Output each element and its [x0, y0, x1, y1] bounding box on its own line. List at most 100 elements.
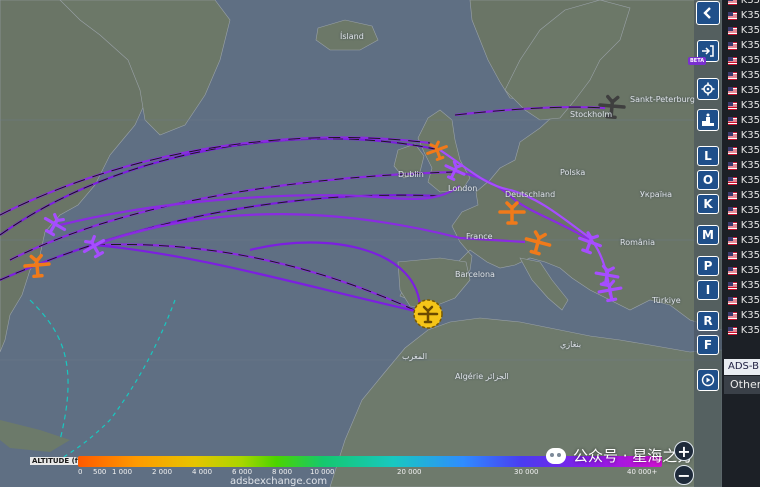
aircraft-callsign: K35	[740, 175, 760, 186]
collapse-panel-button[interactable]	[696, 1, 720, 25]
source-select[interactable]: ADS-B	[724, 359, 760, 375]
aircraft-callsign: K35	[740, 295, 760, 306]
us-flag-icon	[728, 131, 737, 140]
sign-in-icon	[702, 45, 714, 57]
settings-button[interactable]	[697, 78, 719, 100]
podium-icon	[702, 113, 714, 126]
us-flag-icon	[728, 161, 737, 170]
aircraft-list-row[interactable]: K35	[722, 308, 760, 323]
place-label: Dublin	[398, 170, 424, 179]
legend-tick: 1 000	[112, 468, 133, 476]
aircraft-list-panel[interactable]: K35 K35 K35 K35 K35 K35 K35 K35 K35 K35 K35 K35 K35 K…	[722, 0, 760, 487]
aircraft-list-row[interactable]: K35	[722, 8, 760, 23]
us-flag-icon	[728, 296, 737, 305]
legend-tick: 20 000	[397, 468, 422, 476]
aircraft-list-row[interactable]: K35	[722, 128, 760, 143]
aircraft-callsign: K35	[740, 265, 760, 276]
aircraft-callsign: K35	[740, 55, 760, 66]
us-flag-icon	[728, 206, 737, 215]
aircraft-callsign: K35	[740, 115, 760, 126]
watermark: 公众号 · 星海之刃	[546, 445, 692, 466]
aircraft-callsign: K35	[740, 25, 760, 36]
us-flag-icon	[728, 266, 737, 275]
aircraft-callsign: K35	[740, 205, 760, 216]
place-label: Polska	[560, 168, 586, 177]
legend-tick: 0	[78, 468, 83, 476]
aircraft-callsign: K35	[740, 235, 760, 246]
letter-button[interactable]: F	[697, 335, 719, 355]
aircraft-callsign: K35	[740, 250, 760, 261]
beta-badge: BETA	[688, 57, 707, 65]
us-flag-icon	[728, 116, 737, 125]
aircraft-list-row[interactable]: K35	[722, 38, 760, 53]
us-flag-icon	[728, 311, 737, 320]
map-view[interactable]: Ísland Dublin London France Barcelona De…	[0, 0, 722, 487]
selected-aircraft-marker[interactable]	[413, 299, 443, 329]
aircraft-callsign: K35	[740, 85, 760, 96]
aircraft-list-row[interactable]: K35	[722, 98, 760, 113]
map-canvas[interactable]	[0, 0, 722, 487]
us-flag-icon	[728, 326, 737, 335]
zoom-out-button[interactable]: −	[674, 465, 694, 485]
us-flag-icon	[728, 86, 737, 95]
play-circle-icon	[701, 373, 715, 387]
aircraft-callsign: K35	[740, 280, 760, 291]
aircraft-list-row[interactable]: K35	[722, 278, 760, 293]
us-flag-icon	[728, 236, 737, 245]
place-label: Algérie الجزائر	[455, 372, 509, 381]
aircraft-list-row[interactable]: K35	[722, 293, 760, 308]
aircraft-list-row[interactable]: K35	[722, 323, 760, 338]
aircraft-callsign: K35	[740, 325, 760, 336]
aircraft-list-row[interactable]: K35	[722, 233, 760, 248]
replay-button[interactable]	[697, 369, 719, 391]
place-label: România	[620, 238, 655, 247]
aircraft-list-row[interactable]: K35	[722, 218, 760, 233]
aircraft-list-row[interactable]: K35	[722, 23, 760, 38]
us-flag-icon	[728, 41, 737, 50]
legend-tick: 8 000	[272, 468, 293, 476]
aircraft-callsign: K35	[740, 70, 760, 81]
place-label: Sankt-Peterburg	[630, 95, 695, 104]
aircraft-list-row[interactable]: K35	[722, 248, 760, 263]
letter-button[interactable]: R	[697, 311, 719, 331]
aircraft-list-row[interactable]: K35	[722, 143, 760, 158]
aircraft-list-row[interactable]: K35	[722, 263, 760, 278]
aircraft-list-row[interactable]: K35	[722, 173, 760, 188]
us-flag-icon	[728, 281, 737, 290]
aircraft-list-row[interactable]: K35	[722, 113, 760, 128]
source-other-option[interactable]: Other	[724, 376, 760, 394]
us-flag-icon	[728, 191, 737, 200]
place-label: بنغازي	[560, 340, 582, 349]
stats-button[interactable]	[697, 109, 719, 131]
aircraft-list-row[interactable]: K35	[722, 53, 760, 68]
aircraft-list-row[interactable]: K35	[722, 203, 760, 218]
aircraft-list-row[interactable]: K35	[722, 158, 760, 173]
us-flag-icon	[728, 101, 737, 110]
aircraft-callsign: K35	[740, 130, 760, 141]
zoom-in-button[interactable]: +	[674, 441, 694, 461]
letter-button[interactable]: O	[697, 170, 719, 190]
place-label: Україна	[640, 190, 673, 199]
letter-button[interactable]: K	[697, 194, 719, 214]
place-label: London	[448, 184, 478, 193]
attribution[interactable]: adsbexchange.com	[230, 476, 327, 487]
letter-button[interactable]: L	[697, 146, 719, 166]
gear-icon	[701, 82, 715, 96]
letter-button[interactable]: P	[697, 256, 719, 276]
aircraft-callsign: K35	[740, 145, 760, 156]
legend-tick: 30 000	[514, 468, 539, 476]
letter-button[interactable]: I	[697, 280, 719, 300]
letter-button[interactable]: M	[697, 225, 719, 245]
aircraft-list-row[interactable]: K35	[722, 68, 760, 83]
aircraft-list-row[interactable]: K35	[722, 0, 760, 8]
legend-tick: 4 000	[192, 468, 213, 476]
aircraft-list-row[interactable]: K35	[722, 83, 760, 98]
aircraft-callsign: K35	[740, 10, 760, 21]
us-flag-icon	[728, 26, 737, 35]
aircraft-callsign: K35	[740, 160, 760, 171]
place-label: المغرب	[402, 352, 428, 361]
chevron-left-icon	[703, 7, 711, 19]
aircraft-list-row[interactable]: K35	[722, 188, 760, 203]
place-label: Ísland	[340, 32, 364, 41]
place-label: Barcelona	[455, 270, 495, 279]
